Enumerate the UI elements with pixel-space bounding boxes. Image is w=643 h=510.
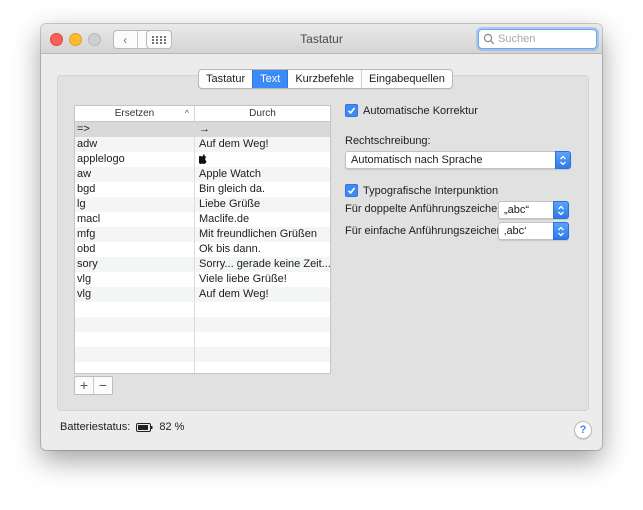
table-row-empty (75, 332, 330, 347)
spelling-value: Automatisch nach Sprache (351, 154, 483, 166)
double-quotes-popup[interactable]: „abc“ (498, 201, 569, 219)
column-divider (194, 122, 195, 373)
tab-text[interactable]: Text (252, 70, 288, 88)
battery-percentage: 82 % (159, 421, 185, 433)
tab-bar: Tastatur Text Kurzbefehle Eingabequellen (198, 69, 453, 89)
replace-cell: obd (77, 243, 96, 255)
tab-tastatur[interactable]: Tastatur (199, 70, 252, 88)
autocorrect-label: Automatische Korrektur (363, 104, 478, 117)
with-cell: Maclife.de (199, 213, 250, 225)
smart-punctuation-label: Typografische Interpunktion (363, 184, 499, 197)
replace-cell: macl (77, 213, 101, 225)
table-row[interactable]: mfg Mit freundlichen Grüßen (75, 227, 330, 242)
search-icon (483, 33, 495, 45)
add-remove-buttons: + − (74, 376, 113, 395)
title-bar: ‹ › Tastatur Suchen (41, 24, 602, 54)
tab-eingabequellen[interactable]: Eingabequellen (361, 70, 452, 88)
tab-kurzbefehle[interactable]: Kurzbefehle (287, 70, 361, 88)
with-cell: Apple Watch (199, 168, 261, 180)
with-cell: Viele liebe Grüße! (199, 273, 287, 285)
with-cell: Bin gleich da. (199, 183, 266, 195)
updown-arrows-icon (555, 151, 571, 169)
replace-cell: lg (77, 198, 86, 210)
table-row[interactable]: lg Liebe Grüße (75, 197, 330, 212)
single-quotes-value: ‚abc‘ (504, 225, 527, 237)
replace-cell: sory (77, 258, 98, 270)
text-replacement-table[interactable]: Ersetzen ^ Durch => → adw Auf dem Weg! a… (74, 105, 331, 374)
table-body: => → adw Auf dem Weg! applelogo aw Apple… (75, 122, 330, 373)
single-quotes-popup[interactable]: ‚abc‘ (498, 222, 569, 240)
checkmark-icon (345, 104, 358, 117)
table-header: Ersetzen ^ Durch (75, 106, 330, 122)
battery-status: Batteriestatus: 82 % (60, 421, 184, 433)
help-button[interactable]: ? (574, 421, 592, 439)
with-cell: Sorry... gerade keine Zeit...... (199, 258, 330, 270)
table-row[interactable]: sory Sorry... gerade keine Zeit...... (75, 257, 330, 272)
double-quotes-value: „abc“ (504, 204, 530, 216)
battery-status-label: Batteriestatus: (60, 421, 131, 433)
table-row-empty (75, 317, 330, 332)
preferences-window: ‹ › Tastatur Suchen Tastatur Text Kurzbe… (41, 24, 602, 450)
replace-cell: aw (77, 168, 92, 180)
table-row[interactable]: macl Maclife.de (75, 212, 330, 227)
replace-cell: vlg (77, 273, 92, 285)
search-placeholder: Suchen (498, 33, 536, 45)
replace-cell: adw (77, 138, 98, 150)
table-row[interactable]: => → (75, 122, 330, 137)
table-row-empty (75, 347, 330, 362)
remove-button[interactable]: − (93, 377, 112, 394)
replace-cell: applelogo (77, 153, 125, 165)
with-cell: Mit freundlichen Grüßen (199, 228, 317, 240)
table-row[interactable]: vlg Viele liebe Grüße! (75, 272, 330, 287)
table-row-empty (75, 362, 330, 373)
smart-punctuation-checkbox[interactable]: Typografische Interpunktion (345, 184, 498, 197)
single-quotes-label: Für einfache Anführungszeichen (345, 225, 503, 237)
sort-ascending-icon: ^ (184, 108, 189, 118)
table-row[interactable]: bgd Bin gleich da. (75, 182, 330, 197)
with-cell (195, 152, 330, 167)
apple-logo-icon (199, 154, 207, 165)
updown-arrows-icon (553, 222, 569, 240)
with-cell: Liebe Grüße (199, 198, 261, 210)
with-cell: Auf dem Weg! (199, 288, 269, 300)
with-cell: Ok bis dann. (199, 243, 261, 255)
column-header-with[interactable]: Durch (195, 106, 330, 121)
column-header-replace[interactable]: Ersetzen ^ (75, 106, 195, 121)
replace-cell: mfg (77, 228, 96, 240)
spelling-popup[interactable]: Automatisch nach Sprache (345, 151, 571, 169)
spelling-label: Rechtschreibung: (345, 135, 431, 147)
double-quotes-label: Für doppelte Anführungszeichen (345, 203, 504, 215)
column-header-replace-label: Ersetzen (114, 108, 155, 119)
table-row[interactable]: aw Apple Watch (75, 167, 330, 182)
checkmark-icon (345, 184, 358, 197)
table-row[interactable]: vlg Auf dem Weg! (75, 287, 330, 302)
table-row-empty (75, 302, 330, 317)
table-row[interactable]: obd Ok bis dann. (75, 242, 330, 257)
replace-cell: bgd (77, 183, 96, 195)
replace-cell: => (77, 123, 90, 135)
table-row[interactable]: applelogo (75, 152, 330, 167)
with-cell: Auf dem Weg! (199, 138, 269, 150)
add-button[interactable]: + (75, 377, 93, 394)
table-row[interactable]: adw Auf dem Weg! (75, 137, 330, 152)
search-field[interactable]: Suchen (478, 29, 597, 49)
autocorrect-checkbox[interactable]: Automatische Korrektur (345, 104, 478, 117)
replace-cell: vlg (77, 288, 92, 300)
with-cell: → (199, 123, 210, 135)
updown-arrows-icon (553, 201, 569, 219)
battery-icon (136, 422, 153, 432)
